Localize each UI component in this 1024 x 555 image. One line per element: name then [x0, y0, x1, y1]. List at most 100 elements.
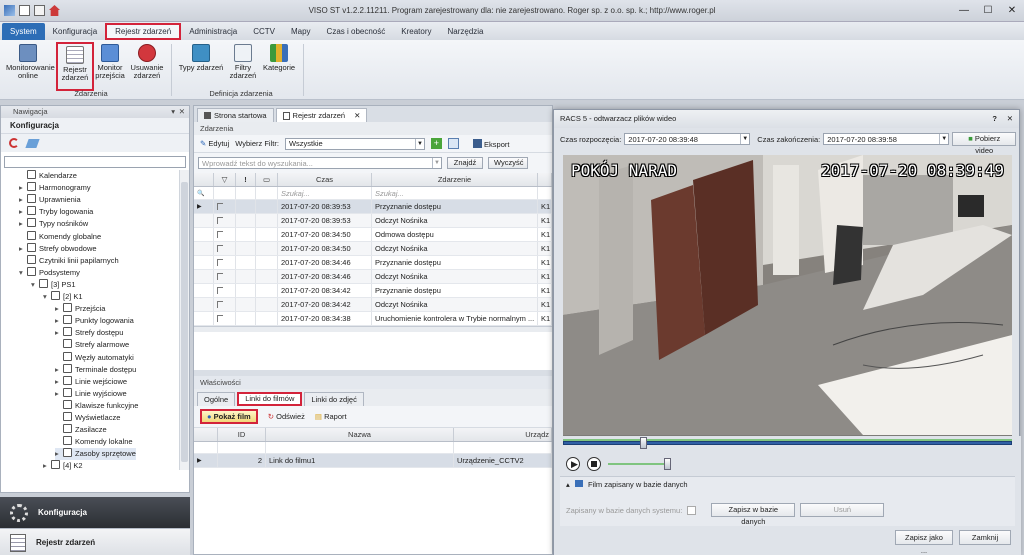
- close-icon[interactable]: ✕: [1000, 0, 1024, 20]
- chevron-icon[interactable]: ▸: [19, 194, 27, 206]
- header-id[interactable]: ID: [218, 428, 266, 441]
- chevron-icon[interactable]: ▸: [19, 182, 27, 194]
- tree-item[interactable]: ▾ [2] K1: [43, 291, 83, 303]
- tree-item[interactable]: Wyświetlacze: [55, 412, 120, 424]
- save-to-db-button[interactable]: Zapisz w bazie danych: [711, 503, 796, 526]
- menu-konfiguracja[interactable]: Konfiguracja: [45, 23, 105, 40]
- play-button[interactable]: ▶: [566, 457, 580, 471]
- header-event[interactable]: Zdarzenie: [372, 173, 538, 186]
- refresh-icon[interactable]: [9, 138, 19, 148]
- tree-item[interactable]: ▸ Harmonogramy: [19, 182, 91, 194]
- help-icon[interactable]: ?: [992, 110, 997, 128]
- tree-item[interactable]: Czytniki linii papilarnych: [19, 254, 119, 267]
- maximize-icon[interactable]: ☐: [976, 0, 1000, 20]
- chevron-down-icon[interactable]: ▼: [432, 158, 441, 168]
- header-name[interactable]: Nazwa: [266, 428, 454, 441]
- tree-item[interactable]: Strefy alarmowe: [55, 339, 129, 351]
- filter-cell[interactable]: [538, 187, 552, 199]
- close-button[interactable]: Zamknij: [959, 530, 1011, 545]
- chevron-icon[interactable]: ▸: [55, 376, 63, 388]
- chevron-icon[interactable]: ▸: [55, 448, 63, 460]
- table-row[interactable]: 2017-07-20 08:34:42 Przyznanie dostępu K1: [194, 284, 552, 298]
- export-button[interactable]: Eksport: [472, 138, 509, 149]
- note-column-icon[interactable]: ▭: [256, 173, 278, 186]
- filter-cell[interactable]: [218, 442, 266, 453]
- table-row[interactable]: 2017-07-20 08:34:38 Uruchomienie kontrole…: [194, 312, 552, 326]
- chevron-icon[interactable]: ▸: [19, 218, 27, 230]
- pin-icon[interactable]: ▾: [171, 106, 175, 118]
- table-row[interactable]: ▶ 2017-07-20 08:39:53 Przyznanie dostępu K1: [194, 200, 552, 214]
- chevron-icon[interactable]: ▸: [43, 460, 51, 470]
- tree-item[interactable]: ▸ Terminale dostępu: [55, 363, 136, 376]
- tree-item[interactable]: Kalendarze: [19, 170, 77, 182]
- chevron-icon[interactable]: ▸: [55, 327, 63, 339]
- saved-checkbox[interactable]: [687, 505, 697, 515]
- filter-cell[interactable]: [454, 442, 552, 453]
- table-row[interactable]: 2017-07-20 08:34:42 Odczyt Nośnika K1: [194, 298, 552, 312]
- filter-select[interactable]: Wszystkie ▼: [284, 137, 425, 150]
- clear-button[interactable]: Wyczyść: [488, 157, 528, 169]
- menu-system[interactable]: System: [2, 23, 45, 40]
- show-movie-button[interactable]: ● Pokaż film: [200, 409, 258, 424]
- monitoring-online-button[interactable]: Monitorowanie online: [6, 42, 55, 88]
- menu-cctv[interactable]: CCTV: [245, 23, 283, 40]
- filter-cell[interactable]: [236, 187, 256, 199]
- scroll-thumb[interactable]: [181, 182, 188, 462]
- menu-mapy[interactable]: Mapy: [283, 23, 319, 40]
- nav-section-rejestr[interactable]: Rejestr zdarzeń: [0, 528, 190, 555]
- tab-event-log[interactable]: Rejestr zdarzeń ✕: [275, 108, 368, 122]
- filter-cell[interactable]: [266, 442, 454, 453]
- refresh-button[interactable]: ↻ Odśwież: [268, 412, 305, 421]
- tree-item[interactable]: ▸ Zasoby sprzętowe: [55, 448, 136, 461]
- tree-item[interactable]: Węzły automatyki: [55, 351, 134, 364]
- event-types-button[interactable]: Typy zdarzeń: [176, 42, 226, 88]
- collapse-icon[interactable]: ▴: [566, 480, 570, 489]
- menu-kreatory[interactable]: Kreatory: [393, 23, 439, 40]
- edit-filter-icon[interactable]: [447, 138, 459, 149]
- layers-icon[interactable]: [25, 138, 40, 148]
- nav-search-input[interactable]: [4, 156, 186, 168]
- tree-item[interactable]: ▸ Przejścia: [55, 303, 105, 315]
- table-row[interactable]: 2017-07-20 08:34:50 Odczyt Nośnika K1: [194, 242, 552, 256]
- tree-item[interactable]: Komendy lokalne: [55, 436, 133, 448]
- report-button[interactable]: ▤ Raport: [315, 412, 347, 421]
- chevron-icon[interactable]: ▸: [55, 303, 63, 315]
- tree-item[interactable]: Komendy globalne: [19, 230, 101, 243]
- event-filters-button[interactable]: Filtry zdarzeń: [228, 42, 258, 88]
- filter-cell[interactable]: [214, 187, 236, 199]
- stop-button[interactable]: [587, 457, 601, 471]
- volume-handle[interactable]: [664, 458, 671, 470]
- filter-event[interactable]: Szukaj...: [372, 187, 538, 199]
- tree-item[interactable]: ▸ Typy nośników: [19, 218, 88, 230]
- find-button[interactable]: Znajdź: [447, 157, 483, 169]
- nav-scrollbar[interactable]: [179, 170, 189, 470]
- tree-item[interactable]: ▸ Punkty logowania: [55, 315, 134, 327]
- tree-item[interactable]: ▸ Tryby logowania: [19, 206, 93, 218]
- filter-cell[interactable]: [256, 187, 278, 199]
- close-icon[interactable]: ✕: [179, 106, 185, 118]
- tree-item[interactable]: Klawisze funkcyjne: [55, 399, 138, 412]
- seek-bar[interactable]: [563, 437, 1012, 449]
- tab-general[interactable]: Ogólne: [197, 392, 236, 406]
- chevron-down-icon[interactable]: ▼: [939, 134, 948, 144]
- tab-movie-links[interactable]: Linki do filmów: [237, 392, 303, 406]
- categories-button[interactable]: Kategorie: [260, 42, 298, 88]
- end-time-input[interactable]: 2017-07-20 08:39:58 ▼: [823, 133, 950, 145]
- chevron-down-icon[interactable]: ▼: [740, 134, 749, 144]
- remove-button[interactable]: Usuń: [800, 503, 885, 517]
- header-time[interactable]: Czas: [278, 173, 372, 186]
- chevron-icon[interactable]: ▸: [55, 364, 63, 376]
- search-input[interactable]: Wprowadź tekst do wyszukania... ▼: [198, 157, 442, 169]
- event-log-button[interactable]: Rejestr zdarzeń: [56, 42, 94, 91]
- tree-item[interactable]: ▸ Strefy dostępu: [55, 327, 123, 339]
- chevron-icon[interactable]: ▾: [43, 291, 51, 303]
- tree-item[interactable]: ▸ Uprawnienia: [19, 194, 81, 206]
- tree-item[interactable]: ▸ Strefy obwodowe: [19, 242, 97, 255]
- delete-events-button[interactable]: Usuwanie zdarzeń: [128, 42, 166, 88]
- table-row[interactable]: 2017-07-20 08:34:46 Przyznanie dostępu K1: [194, 256, 552, 270]
- filter-time[interactable]: Szukaj...: [278, 187, 372, 199]
- chevron-icon[interactable]: ▸: [19, 206, 27, 218]
- chevron-icon[interactable]: ▾: [19, 267, 27, 279]
- add-filter-icon[interactable]: +: [430, 138, 442, 149]
- tree-item[interactable]: ▸ Linie wyjściowe: [55, 387, 127, 400]
